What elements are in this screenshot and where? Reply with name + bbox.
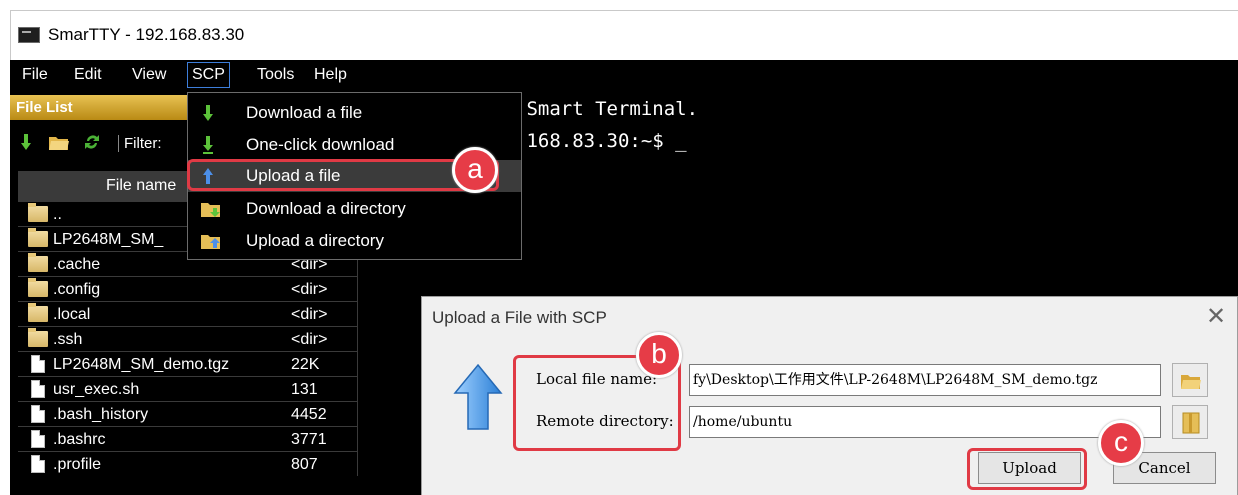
file-name: .profile	[53, 456, 102, 473]
file-name: .bash_history	[53, 406, 149, 423]
file-name: usr_exec.sh	[53, 381, 140, 398]
browse-directory-button[interactable]	[1172, 405, 1208, 439]
folder-icon	[28, 303, 48, 322]
folder-icon	[28, 253, 48, 272]
file-name: .ssh	[53, 331, 83, 348]
folder-icon	[28, 328, 48, 347]
browse-file-button[interactable]	[1172, 363, 1208, 397]
menu-edit[interactable]: Edit	[70, 62, 106, 88]
menu-scp[interactable]: SCP	[187, 62, 230, 88]
file-row[interactable]: .bash_history 4452	[18, 401, 358, 426]
file-size: 807	[291, 456, 318, 473]
folder-icon	[28, 278, 48, 297]
file-icon	[31, 405, 45, 423]
menu-tools[interactable]: Tools	[253, 62, 298, 88]
file-size: <dir>	[291, 281, 328, 298]
file-row[interactable]: .config <dir>	[18, 276, 358, 301]
file-name: .bashrc	[53, 431, 106, 448]
filter-label: Filter:	[118, 135, 162, 152]
menu-help[interactable]: Help	[310, 62, 351, 88]
file-name: LP2648M_SM_demo.tgz	[53, 356, 230, 373]
download-arrow-icon	[203, 105, 213, 121]
folder-book-icon	[1182, 412, 1200, 434]
callout-badge-a: a	[452, 147, 498, 193]
remote-directory-input[interactable]: /home/ubuntu	[689, 406, 1161, 438]
terminal-app-icon	[18, 27, 40, 43]
file-row[interactable]: usr_exec.sh 131	[18, 376, 358, 401]
download-folder-icon	[201, 203, 220, 217]
file-icon	[31, 430, 45, 448]
menu-item-upload-directory[interactable]: Upload a directory	[188, 225, 521, 257]
menu-file[interactable]: File	[18, 62, 52, 88]
file-list-header: File List	[10, 95, 188, 120]
refresh-icon[interactable]	[84, 132, 100, 152]
file-icon	[31, 455, 45, 473]
file-row[interactable]: .bashrc 3771	[18, 426, 358, 451]
file-row[interactable]: .ssh <dir>	[18, 326, 358, 351]
menu-item-download-file[interactable]: Download a file	[188, 97, 521, 129]
menu-item-download-directory[interactable]: Download a directory	[188, 193, 521, 225]
local-file-input[interactable]: fy\Desktop\工作用文件\LP-2648M\LP2648M_SM_dem…	[689, 364, 1161, 396]
dialog-title: Upload a File with SCP	[432, 308, 607, 327]
menu-view[interactable]: View	[128, 62, 170, 88]
download-icon[interactable]	[18, 132, 34, 152]
upload-big-arrow-icon	[453, 363, 503, 430]
menu-item-label: One-click download	[246, 135, 395, 154]
file-icon	[31, 380, 45, 398]
folder-icon	[28, 203, 48, 222]
file-name: .local	[53, 306, 91, 323]
upload-folder-icon	[201, 235, 220, 249]
window-title: SmarTTY - 192.168.83.30	[48, 25, 245, 44]
file-size: <dir>	[291, 306, 328, 323]
file-name: LP2648M_SM_	[53, 231, 164, 248]
file-name: .config	[53, 281, 101, 298]
callout-badge-c: c	[1098, 420, 1144, 466]
folder-icon	[28, 228, 48, 247]
terminal-prompt: .168.83.30:~$ _	[515, 130, 687, 152]
file-name: .cache	[53, 256, 101, 273]
open-folder-icon[interactable]	[48, 132, 70, 152]
menu-item-label: Download a file	[246, 103, 363, 122]
close-icon[interactable]: ✕	[1206, 302, 1226, 330]
callout-badge-b: b	[636, 332, 682, 378]
file-icon	[31, 355, 45, 373]
menu-item-label: Upload a directory	[246, 231, 384, 250]
file-size: 131	[291, 381, 318, 398]
terminal-line: Smart Terminal.	[515, 98, 699, 120]
highlight-box-upload-button	[967, 448, 1087, 490]
one-click-download-icon	[203, 136, 213, 154]
file-row[interactable]: .local <dir>	[18, 301, 358, 326]
file-name: ..	[53, 206, 62, 223]
open-folder-icon	[1181, 375, 1201, 389]
file-row[interactable]: .profile 807	[18, 451, 358, 476]
file-row[interactable]: LP2648M_SM_demo.tgz 22K	[18, 351, 358, 376]
file-size: 3771	[291, 431, 327, 448]
menu-item-label: Download a directory	[246, 199, 406, 218]
file-size: <dir>	[291, 331, 328, 348]
file-size: 22K	[291, 356, 320, 373]
file-size: 4452	[291, 406, 327, 423]
